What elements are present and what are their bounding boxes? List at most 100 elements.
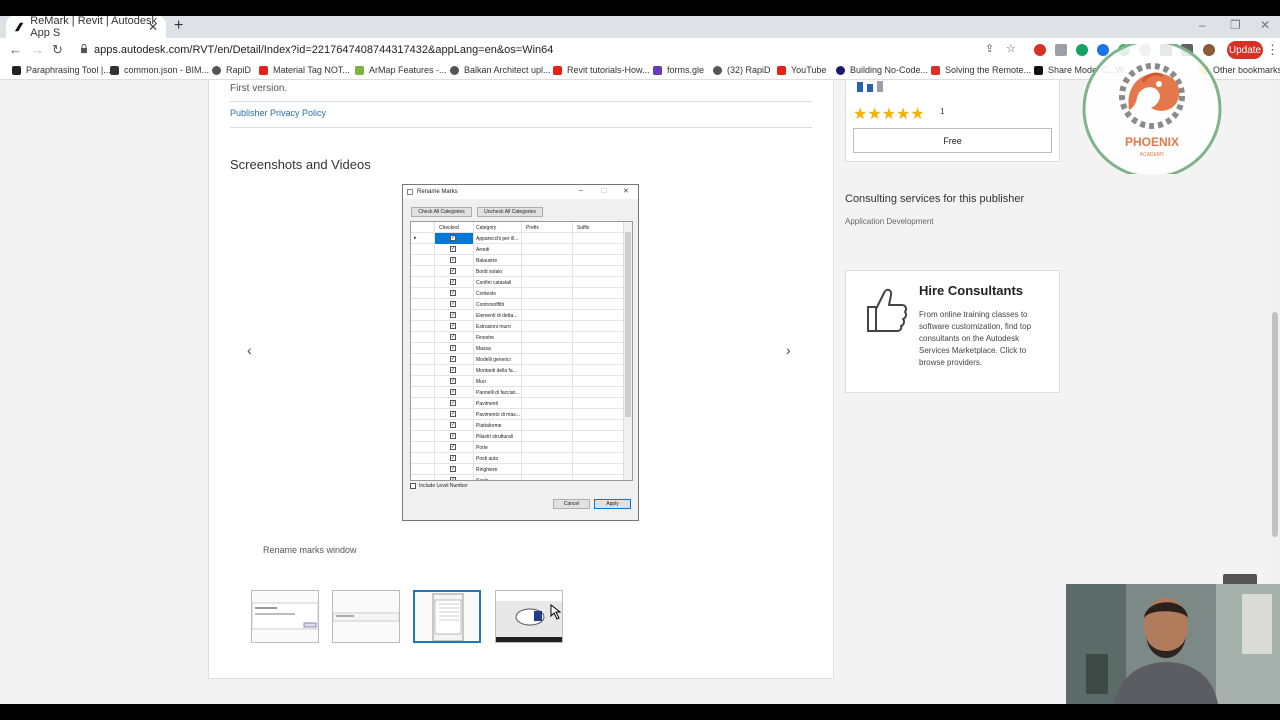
update-button[interactable]: Update [1227,41,1263,59]
close-window-icon[interactable]: ✕ [1260,18,1270,32]
hire-consultants-desc: From online training classes to software… [919,310,1032,367]
row-checkbox: ✓ [450,268,456,274]
bookmark-item[interactable]: Paraphrasing Tool |... [12,65,111,75]
row-category: Arredi [474,244,522,255]
youtube-icon [259,65,268,75]
menu-dots-icon[interactable]: ⋮ [1266,42,1279,58]
row-category: Elementi di detta... [474,310,522,321]
consulting-item: Application Development [845,217,934,226]
thumbnail-3-image [432,593,464,641]
row-checkbox: ✓ [450,411,456,417]
first-version-text: First version. [230,83,288,94]
grid-row: ✓ Finestre [411,332,623,343]
bookmark-favicon-icon [110,65,119,75]
row-checkbox: ✓ [450,466,456,472]
dialog-title: Rename Marks [417,189,458,195]
publisher-privacy-link[interactable]: Publisher Privacy Policy [230,108,326,118]
divider [230,101,812,102]
grid-row: ✓ Montanti della fa... [411,365,623,376]
thumbnail-1[interactable] [251,590,319,643]
bookmark-item[interactable]: RapiD [212,65,251,75]
prev-slide-icon[interactable]: ‹ [247,342,252,358]
bookmark-item[interactable]: Revit tutorials-How... [553,65,650,75]
grid-row: ✓ Confini catastali [411,277,623,288]
webcam-image [1066,584,1280,704]
grid-row: ✓ Massa [411,343,623,354]
restore-icon[interactable]: ❐ [1230,18,1241,32]
autodesk-favicon-icon [1034,65,1043,75]
bookmark-item[interactable]: Solving the Remote... [931,65,1031,75]
row-category: Piattaforme [474,420,522,431]
bookmark-item[interactable]: YouTube [777,65,826,75]
reload-icon[interactable]: ↻ [52,42,63,58]
row-checkbox: ✓ [450,345,456,351]
bookmark-item[interactable]: forms.gle [653,65,704,75]
row-category: Finestre [474,332,522,343]
dialog-cancel-button: Cancel [553,499,590,509]
rename-marks-screenshot[interactable]: Rename Marks – ☐ ✕ Check All Categories … [402,184,639,521]
check-all-button: Check All Categories [411,207,472,217]
grid-row: ✓ Posti auto [411,453,623,464]
dialog-maximize-icon: ☐ [601,188,608,195]
thumbnail-2[interactable] [332,590,400,643]
forward-icon[interactable]: → [31,42,44,57]
share-icon[interactable]: ⇪ [985,42,994,55]
row-category: Posti auto [474,453,522,464]
grid-row: ✓ Bordi solaio [411,266,623,277]
top-black-bar [0,0,1280,16]
row-checkbox: ✓ [450,400,456,406]
phoenix-academy-logo: PHOENIX ACADEMY [1082,44,1222,174]
free-download-button[interactable]: Free [853,128,1052,153]
next-slide-icon[interactable]: › [786,342,791,358]
bookmark-favicon-icon [212,65,221,75]
bookmark-item[interactable]: Material Tag NOT... [259,65,350,75]
thumbnail-2-image [333,612,399,622]
row-pointer-icon: ▸ [414,235,417,241]
minimize-icon[interactable]: – [1199,18,1206,32]
row-checkbox: ✓ [450,433,456,439]
row-checkbox: ✓ [450,334,456,340]
bookmark-item[interactable]: Building No-Code... [836,65,928,75]
tab-strip: ReMark | Revit | Autodesk App S ✕ + – ❐ … [0,15,1280,39]
grid-row: ✓ Controsoffitti [411,299,623,310]
hire-consultants-title[interactable]: Hire Consultants [919,283,1023,298]
extension-icon-1[interactable] [1034,44,1046,56]
grid-row: ✓ Ringhiere [411,464,623,475]
bookmark-item[interactable]: common.json - BIM... [110,65,209,75]
row-checkbox: ✓ [450,444,456,450]
col-suffix: Suffix [577,225,590,231]
grid-row: ✓ Piattaforme [411,420,623,431]
browser-tab[interactable]: ReMark | Revit | Autodesk App S ✕ [6,15,166,39]
tab-close-icon[interactable]: ✕ [148,20,158,34]
row-checkbox: ✓ [450,257,456,263]
thumbnail-3-selected[interactable] [413,590,481,643]
category-grid: Checked Category Prefix Suffix ▸ ✓ Apparec… [410,221,633,481]
page-scroll-thumb[interactable] [1272,312,1278,537]
row-category: Controsoffitti [474,299,522,310]
section-title: Screenshots and Videos [230,157,371,172]
row-category: Pilastri strutturali [474,431,522,442]
row-checkbox: ✓ [450,455,456,461]
bookmark-item[interactable]: Balkan Architect upl... [450,65,551,75]
rating-count: 1 [940,107,945,116]
new-tab-button[interactable]: + [174,17,183,35]
row-category: Massa [474,343,522,354]
bookmark-star-icon[interactable]: ☆ [1006,42,1016,55]
extension-icon-2[interactable] [1055,44,1067,56]
row-category: Estrusioni muro [474,321,522,332]
row-checkbox: ✓ [450,235,456,241]
row-category: Pavimento di mas... [474,409,522,420]
row-checkbox: ✓ [450,323,456,329]
back-icon[interactable]: ← [9,42,22,57]
bottom-black-bar [0,704,1280,720]
address-bar[interactable]: apps.autodesk.com/RVT/en/Detail/Index?id… [78,40,998,60]
bookmark-item[interactable]: ArMap Features -... [355,65,447,75]
grid-row: ✓ Scale [411,475,623,480]
logo-sub: ACADEMY [1140,152,1165,158]
row-checkbox: ✓ [450,367,456,373]
bookmark-item[interactable]: (32) RapiD [713,65,771,75]
grid-scroll-thumb [625,232,631,417]
row-category: Ringhiere [474,464,522,475]
grid-row: ✓ Elementi di detta... [411,310,623,321]
row-category: Bordi solaio [474,266,522,277]
